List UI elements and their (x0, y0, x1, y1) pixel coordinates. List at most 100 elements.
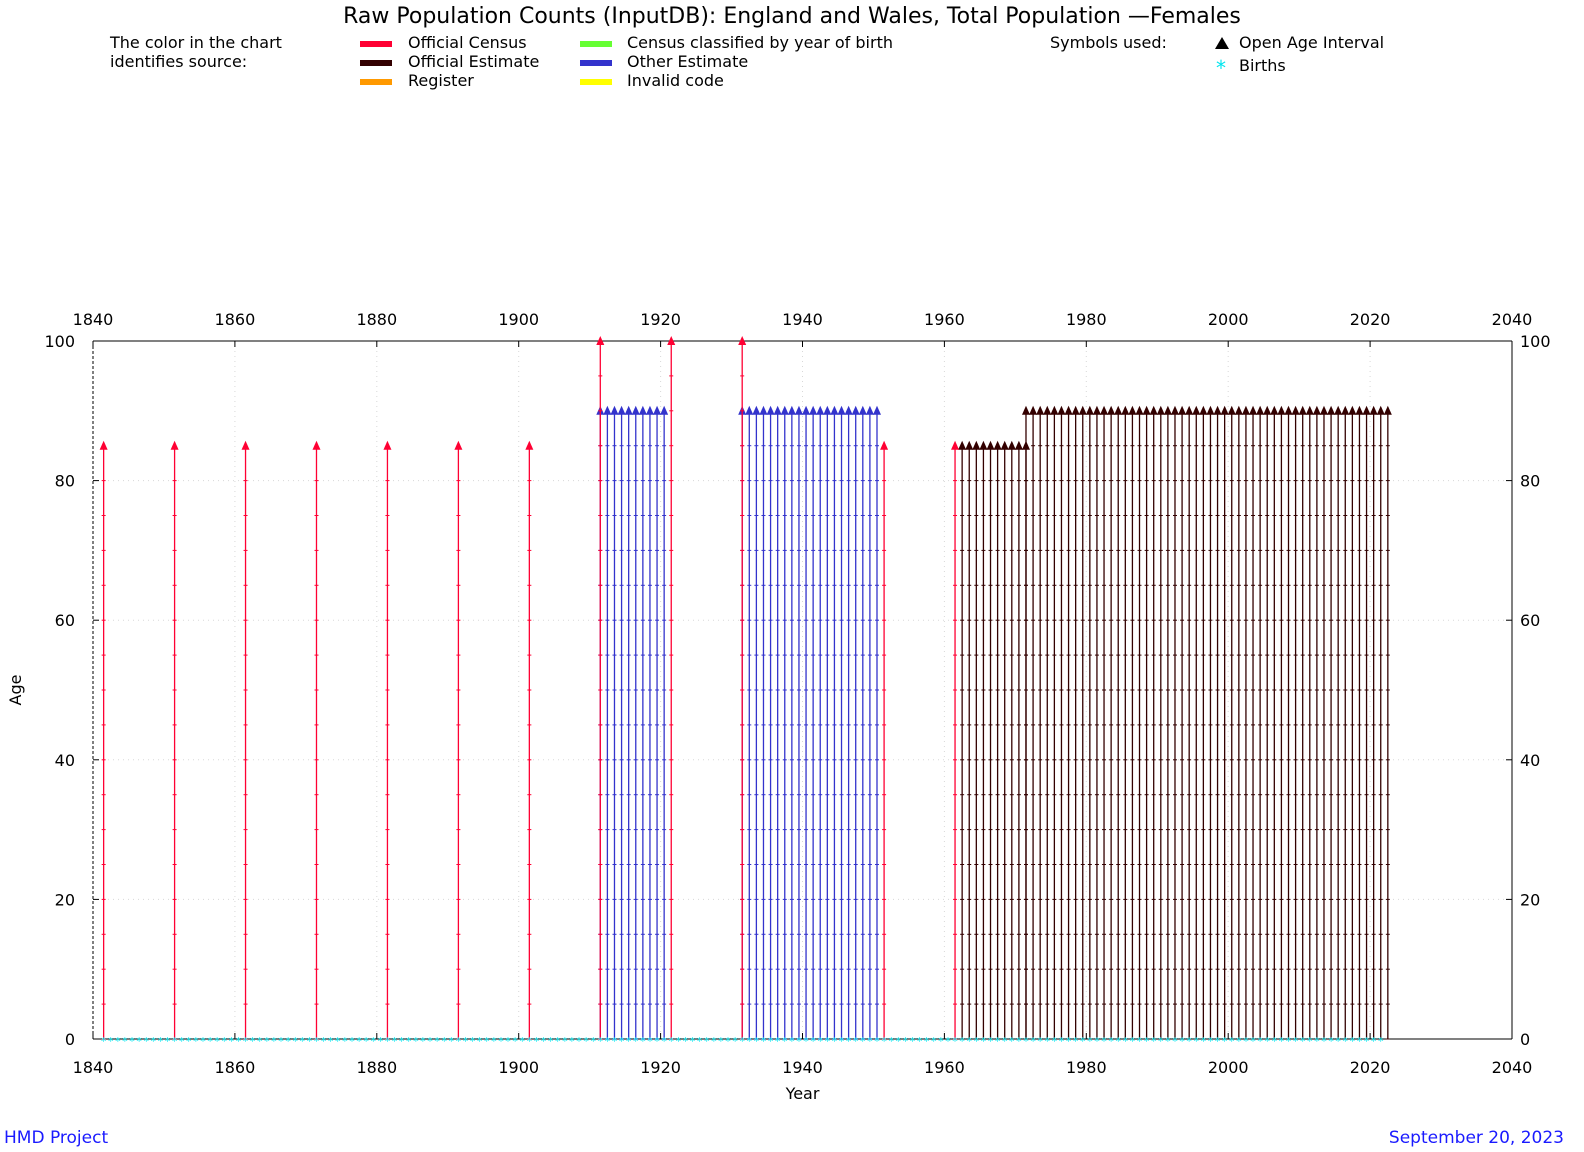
birth-marker: * (782, 1035, 788, 1048)
birth-marker: * (810, 1035, 816, 1048)
x-tick-label-top: 2040 (1492, 310, 1533, 329)
birth-marker: * (598, 1035, 604, 1048)
official-estimate-open-age-marker (1071, 405, 1080, 415)
birth-marker: * (207, 1035, 213, 1048)
other-estimate-open-age-marker (872, 405, 881, 415)
birth-marker: * (1023, 1035, 1029, 1048)
birth-marker: * (477, 1035, 483, 1048)
x-tick-label-top: 2020 (1350, 310, 1391, 329)
official-estimate-open-age-marker (1021, 405, 1030, 415)
official-estimate-open-age-marker (1355, 405, 1364, 415)
birth-marker: * (527, 1035, 533, 1048)
x-axis-label: Year (785, 1084, 820, 1103)
birth-marker: * (1108, 1035, 1114, 1048)
y-tick-label-right: 100 (1520, 332, 1551, 351)
birth-marker: * (1201, 1035, 1207, 1048)
birth-marker: * (243, 1035, 249, 1048)
birth-marker: * (512, 1035, 518, 1048)
birth-marker: * (768, 1035, 774, 1048)
other-estimate-open-age-marker (837, 405, 846, 415)
birth-marker: * (888, 1035, 894, 1048)
birth-marker: * (988, 1035, 994, 1048)
birth-marker: * (1094, 1035, 1100, 1048)
other-estimate-open-age-marker (645, 405, 654, 415)
other-estimate-open-age-marker (816, 405, 825, 415)
birth-marker: * (569, 1035, 575, 1048)
birth-marker: * (1066, 1035, 1072, 1048)
birth-marker: * (1045, 1035, 1051, 1048)
official-estimate-open-age-marker (1249, 405, 1258, 415)
birth-marker: * (931, 1035, 937, 1048)
birth-marker: * (1236, 1035, 1242, 1048)
other-estimate-open-age-marker (844, 405, 853, 415)
birth-marker: * (1328, 1035, 1334, 1048)
birth-marker: * (1179, 1035, 1185, 1048)
other-estimate-open-age-marker (865, 405, 874, 415)
other-estimate-open-age-marker (858, 405, 867, 415)
x-tick-label-bottom: 1980 (1066, 1058, 1107, 1077)
y-tick-label-left: 20 (55, 890, 75, 909)
birth-marker: * (619, 1035, 625, 1048)
official-estimate-open-age-marker (1170, 405, 1179, 415)
birth-marker: * (470, 1035, 476, 1048)
official-estimate-open-age-marker (1284, 405, 1293, 415)
birth-marker: * (1321, 1035, 1327, 1048)
birth-marker: * (1257, 1035, 1263, 1048)
y-tick-label-right: 60 (1520, 611, 1540, 630)
official-estimate-open-age-marker (1057, 405, 1066, 415)
birth-marker: * (1016, 1035, 1022, 1048)
birth-marker: * (562, 1035, 568, 1048)
x-tick-label-top: 1880 (356, 310, 397, 329)
birth-marker: * (257, 1035, 263, 1048)
birth-marker: * (392, 1035, 398, 1048)
birth-marker: * (697, 1035, 703, 1048)
x-tick-label-bottom: 2040 (1492, 1058, 1533, 1077)
official-estimate-open-age-marker (1199, 405, 1208, 415)
birth-marker: * (250, 1035, 256, 1048)
birth-marker: * (1371, 1035, 1377, 1048)
birth-marker: * (236, 1035, 242, 1048)
birth-marker: * (1087, 1035, 1093, 1048)
official-census-open-age-marker (454, 440, 463, 450)
birth-marker: * (1165, 1035, 1171, 1048)
birth-marker: * (264, 1035, 270, 1048)
birth-marker: * (910, 1035, 916, 1048)
birth-marker: * (1144, 1035, 1150, 1048)
birth-marker: * (285, 1035, 291, 1048)
birth-marker: * (881, 1035, 887, 1048)
birth-marker: * (1030, 1035, 1036, 1048)
official-estimate-open-age-marker (1014, 440, 1023, 450)
birth-marker: * (1364, 1035, 1370, 1048)
x-tick-label-top: 1900 (498, 310, 539, 329)
official-estimate-open-age-marker (1341, 405, 1350, 415)
birth-marker: * (491, 1035, 497, 1048)
birth-marker: * (817, 1035, 823, 1048)
birth-marker: * (1080, 1035, 1086, 1048)
birth-marker: * (605, 1035, 611, 1048)
official-estimate-open-age-marker (1107, 405, 1116, 415)
x-tick-label-bottom: 1860 (215, 1058, 256, 1077)
official-estimate-open-age-marker (1376, 405, 1385, 415)
other-estimate-open-age-marker (653, 405, 662, 415)
birth-marker: * (271, 1035, 277, 1048)
birth-marker: * (1335, 1035, 1341, 1048)
birth-marker: * (484, 1035, 490, 1048)
birth-marker: * (1009, 1035, 1015, 1048)
birth-marker: * (498, 1035, 504, 1048)
birth-marker: * (959, 1035, 965, 1048)
y-tick-label-right: 40 (1520, 751, 1540, 770)
official-estimate-open-age-marker (1000, 440, 1009, 450)
birth-marker: * (335, 1035, 341, 1048)
official-estimate-open-age-marker (1362, 405, 1371, 415)
official-estimate-open-age-marker (1036, 405, 1045, 415)
x-tick-label-top: 1960 (924, 310, 965, 329)
birth-marker: * (172, 1035, 178, 1048)
other-estimate-open-age-marker (752, 405, 761, 415)
official-estimate-open-age-marker (986, 440, 995, 450)
birth-marker: * (661, 1035, 667, 1048)
birth-marker: * (668, 1035, 674, 1048)
birth-marker: * (1272, 1035, 1278, 1048)
birth-marker: * (1229, 1035, 1235, 1048)
official-estimate-open-age-marker (1227, 405, 1236, 415)
birth-marker: * (981, 1035, 987, 1048)
